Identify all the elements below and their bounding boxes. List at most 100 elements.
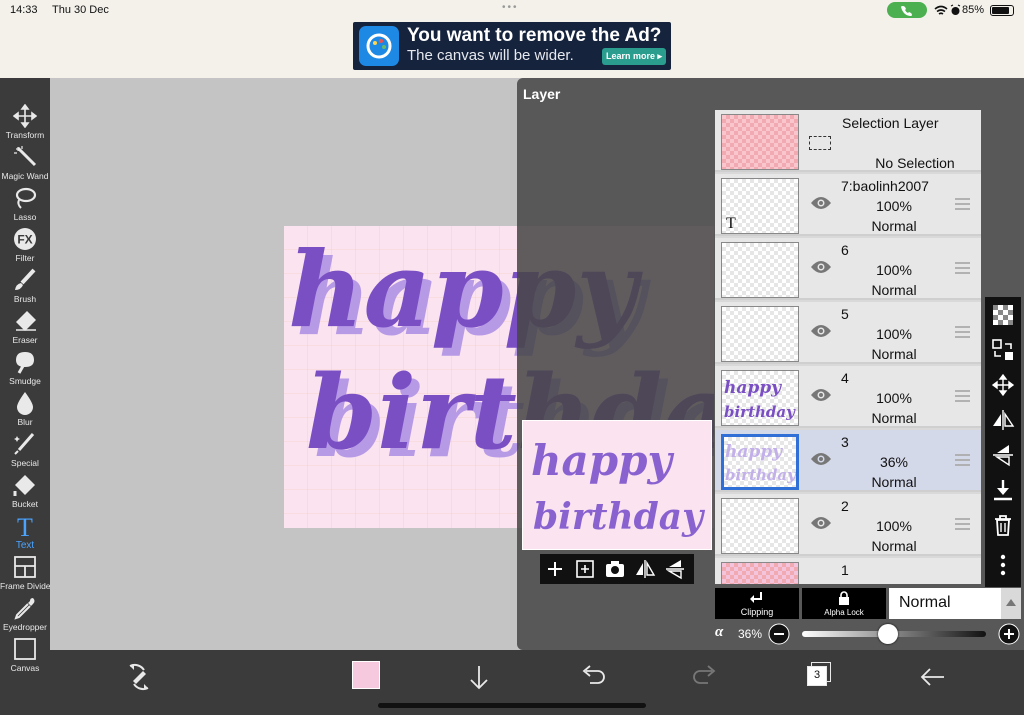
redo-icon[interactable]	[691, 662, 721, 692]
eye-icon[interactable]	[810, 196, 832, 210]
layer-blend-mode: Normal	[871, 346, 917, 362]
layer-opacity: 36%	[879, 454, 909, 470]
tool-blur[interactable]: Blur	[0, 389, 50, 430]
eye-icon[interactable]	[810, 452, 832, 466]
layer-blend-mode: Normal	[871, 218, 917, 234]
plus-icon[interactable]	[998, 623, 1020, 645]
drag-handle-icon[interactable]	[955, 262, 970, 274]
tool-filter[interactable]: FX Filter	[0, 225, 50, 266]
more-vertical-icon[interactable]	[991, 553, 1015, 577]
drag-handle-icon[interactable]	[955, 454, 970, 466]
drag-handle-icon[interactable]	[955, 518, 970, 530]
layer-row[interactable]: T 7:baolinh2007 100% Normal	[715, 174, 981, 236]
status-date: Thu 30 Dec	[52, 4, 109, 16]
trash-icon[interactable]	[991, 513, 1015, 537]
checkerboard-icon[interactable]	[991, 303, 1015, 327]
arrow-down-icon[interactable]	[464, 662, 494, 692]
flip-vertical-icon[interactable]	[664, 558, 686, 580]
layer-row[interactable]: 2 100% Normal	[715, 494, 981, 556]
layer-row[interactable]: 1	[715, 558, 981, 584]
chevron-up-icon	[1006, 599, 1016, 606]
tool-label: Filter	[15, 253, 35, 263]
clipping-arrow-icon	[750, 592, 762, 603]
tool-label: Transform	[5, 130, 45, 140]
layer-thumbnail	[721, 306, 799, 362]
layer-name: 2	[841, 498, 849, 514]
tool-bucket[interactable]: Bucket	[0, 471, 50, 512]
minus-icon[interactable]	[768, 623, 790, 645]
layers-button[interactable]: 3	[806, 662, 832, 688]
layer-row[interactable]: 6 100% Normal	[715, 238, 981, 300]
blend-mode-select[interactable]: Normal	[889, 588, 1021, 619]
tool-label: Eyedropper	[3, 622, 47, 632]
flip-horizontal-icon[interactable]	[991, 408, 1015, 432]
clipping-button[interactable]: Clipping	[715, 588, 799, 619]
quick-tools-icon[interactable]	[124, 662, 154, 692]
home-indicator[interactable]	[378, 703, 646, 708]
back-arrow-icon[interactable]	[918, 662, 948, 692]
layer-opacity: 100%	[876, 326, 912, 342]
tool-label: Canvas	[10, 663, 40, 673]
layer-list[interactable]: Selection Layer No Selection T 7:baolinh…	[715, 110, 981, 584]
tool-label: Brush	[13, 294, 37, 304]
alpha-symbol: α	[715, 624, 724, 640]
battery-icon	[990, 5, 1014, 16]
tool-text[interactable]: T Text	[0, 512, 50, 553]
selection-layer-row[interactable]: Selection Layer No Selection	[715, 110, 981, 172]
tool-eraser[interactable]: Eraser	[0, 307, 50, 348]
thumb-line2: birthday	[725, 466, 796, 484]
ad-headline: You want to remove the Ad?	[407, 25, 662, 46]
merge-down-icon[interactable]	[991, 478, 1015, 502]
layer-opacity: 100%	[876, 262, 912, 278]
layer-opacity: 100%	[876, 390, 912, 406]
alpha-lock-button[interactable]: Alpha Lock	[802, 588, 886, 619]
add-image-layer-icon[interactable]	[574, 558, 596, 580]
tool-frame-divider[interactable]: Frame Divider	[0, 553, 54, 594]
color-swatch[interactable]	[352, 661, 380, 689]
camera-icon[interactable]	[604, 558, 626, 580]
tool-transform[interactable]: Transform	[0, 102, 50, 143]
layer-row[interactable]: happy birthday 4 100% Normal	[715, 366, 981, 428]
canvas-icon	[14, 638, 36, 660]
tool-magic-wand[interactable]: Magic Wand	[0, 143, 50, 184]
tool-lasso[interactable]: Lasso	[0, 184, 50, 225]
layer-row-selected[interactable]: happy birthday 3 36% Normal	[715, 430, 981, 492]
layer-blend-mode: Normal	[871, 474, 917, 490]
flip-vertical-icon[interactable]	[991, 443, 1015, 467]
tool-label: Eraser	[12, 335, 38, 345]
tool-eyedropper[interactable]: Eyedropper	[0, 594, 50, 635]
layer-swap-icon[interactable]	[991, 338, 1015, 362]
layer-opacity: 100%	[876, 518, 912, 534]
eye-icon[interactable]	[810, 388, 832, 402]
move-layer-icon[interactable]	[991, 373, 1015, 397]
add-layer-icon[interactable]	[544, 558, 566, 580]
drag-handle-icon[interactable]	[955, 326, 970, 338]
call-indicator[interactable]	[887, 2, 927, 18]
dropdown-button[interactable]	[1001, 588, 1021, 619]
ad-banner[interactable]: You want to remove the Ad? The canvas wi…	[353, 22, 671, 70]
learn-more-button[interactable]: Learn more ▸	[602, 48, 666, 65]
eye-icon[interactable]	[810, 260, 832, 274]
opacity-slider-thumb[interactable]	[878, 624, 899, 644]
alpha-lock-label: Alpha Lock	[824, 608, 864, 617]
eye-icon[interactable]	[810, 324, 832, 338]
multitask-dots-icon[interactable]: •••	[502, 2, 519, 13]
layer-name: Selection Layer	[842, 115, 939, 131]
svg-text:FX: FX	[17, 233, 32, 247]
drag-handle-icon[interactable]	[955, 390, 970, 402]
drag-handle-icon[interactable]	[955, 198, 970, 210]
tool-smudge[interactable]: Smudge	[0, 348, 50, 389]
eye-icon[interactable]	[810, 516, 832, 530]
tool-label: Blur	[17, 417, 33, 427]
tool-canvas[interactable]: Canvas	[0, 635, 50, 676]
left-toolbar: Transform Magic Wand Lasso FX Filter Bru…	[0, 78, 54, 715]
frame-divider-icon	[14, 556, 36, 578]
layer-blend-mode: Normal	[871, 538, 917, 554]
undo-icon[interactable]	[577, 662, 607, 692]
tool-special[interactable]: Special	[0, 430, 50, 471]
tool-label: Frame Divider	[0, 581, 54, 591]
layer-panel-title: Layer	[523, 86, 561, 102]
flip-horizontal-icon[interactable]	[634, 558, 656, 580]
layer-row[interactable]: 5 100% Normal	[715, 302, 981, 364]
tool-brush[interactable]: Brush	[0, 266, 50, 307]
